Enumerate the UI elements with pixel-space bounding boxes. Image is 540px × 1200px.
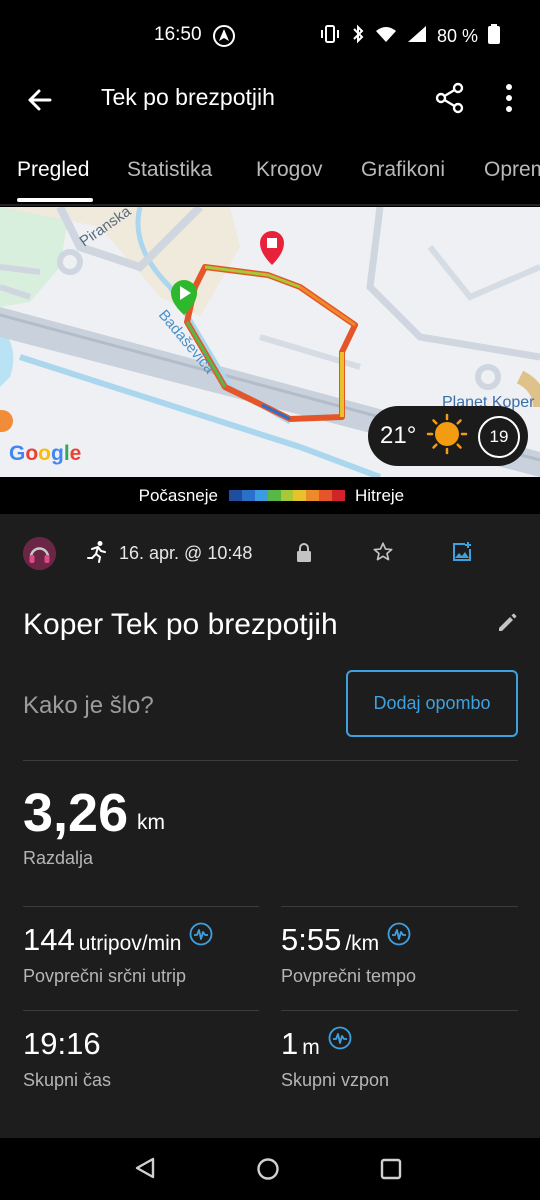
- legend-color-step: [306, 490, 320, 501]
- distance-label: Razdalja: [23, 848, 94, 868]
- legend-color-step: [332, 490, 346, 501]
- nav-back-icon[interactable]: [133, 1156, 157, 1185]
- page-title: Tek po brezpotjih: [101, 84, 275, 110]
- tab-statistika[interactable]: Statistika: [127, 158, 212, 182]
- stat-label: Skupni vzpon: [281, 1070, 390, 1090]
- stat-label: Povprečni srčni utrip: [23, 966, 187, 986]
- legend-color-step: [254, 490, 268, 501]
- legend-faster-label: Hitreje: [355, 486, 405, 505]
- legend-color-step: [241, 490, 255, 501]
- stat-label: Skupni čas: [23, 1070, 112, 1090]
- activity-meta-row: 16. apr. @ 10:48: [0, 536, 540, 572]
- vibrate-icon: [319, 24, 341, 49]
- divider: [281, 906, 518, 907]
- add-photo-icon[interactable]: [451, 541, 473, 568]
- tab-krogov[interactable]: Krogov: [256, 158, 323, 182]
- weather-temperature: 21°: [380, 422, 417, 449]
- stat-unit: m: [302, 1036, 320, 1059]
- pace-legend: Počasneje Hitreje: [0, 478, 540, 514]
- sun-icon: [426, 413, 468, 460]
- legend-color-step: [229, 490, 242, 501]
- stat-value: 1: [281, 1026, 299, 1061]
- lock-icon[interactable]: [295, 542, 313, 569]
- pulse-chart-icon: [328, 1026, 352, 1055]
- stat-value: 5:55: [281, 922, 342, 957]
- wind-speed-indicator: 19: [478, 416, 520, 458]
- battery-percent: 80 %: [436, 26, 478, 46]
- activity-details: 16. apr. @ 10:48 Koper Tek po brezpotjih…: [0, 514, 540, 1138]
- stat-total-time[interactable]: 19:16 Skupni čas: [23, 1026, 111, 1091]
- status-icons: 80 %: [319, 24, 500, 49]
- status-time: 16:50: [154, 24, 202, 45]
- signal-icon: [407, 25, 427, 48]
- tab-oprema[interactable]: Oprema: [484, 158, 540, 182]
- weather-badge[interactable]: 21° 19: [368, 406, 528, 466]
- legend-color-step: [267, 490, 281, 501]
- pulse-chart-icon: [387, 922, 411, 951]
- divider: [281, 1010, 518, 1011]
- bluetooth-icon: [351, 24, 365, 49]
- status-bar: 16:50 80 %: [0, 0, 540, 72]
- star-icon[interactable]: [372, 541, 394, 568]
- back-arrow-icon[interactable]: [22, 82, 58, 118]
- more-options-icon[interactable]: [496, 80, 522, 116]
- stat-total-ascent[interactable]: 1 m Skupni vzpon: [281, 1026, 389, 1091]
- avatar[interactable]: [23, 537, 56, 570]
- divider: [23, 906, 259, 907]
- app-bar: Tek po brezpotjih: [0, 72, 540, 128]
- battery-icon: [488, 24, 500, 49]
- nav-home-icon[interactable]: [256, 1157, 280, 1186]
- legend-slower-label: Počasneje: [138, 486, 218, 505]
- wifi-icon: [375, 25, 397, 48]
- share-icon[interactable]: [432, 80, 468, 116]
- tab-indicator: [17, 198, 93, 202]
- activity-date: 16. apr. @ 10:48: [119, 543, 253, 563]
- stat-label: Povprečni tempo: [281, 966, 417, 986]
- activity-title: Koper Tek po brezpotjih: [23, 608, 338, 641]
- legend-color-step: [293, 490, 307, 501]
- stat-pace[interactable]: 5:55 /km Povprečni tempo: [281, 922, 416, 987]
- legend-color-bar: [229, 490, 346, 501]
- stat-heart-rate[interactable]: 144 utripov/min Povprečni srčni utrip: [23, 922, 213, 987]
- tab-pregled[interactable]: Pregled: [17, 158, 89, 182]
- divider: [23, 1010, 259, 1011]
- nav-recents-icon[interactable]: [380, 1158, 402, 1185]
- google-logo: Google: [9, 442, 81, 465]
- distance-unit: km: [137, 811, 165, 834]
- divider: [23, 760, 518, 761]
- stat-value: 144: [23, 922, 75, 957]
- running-icon: [86, 540, 108, 569]
- system-nav-bar: [0, 1138, 540, 1200]
- stat-unit: /km: [345, 932, 380, 955]
- location-icon: [212, 24, 236, 53]
- legend-color-step: [280, 490, 294, 501]
- add-note-button[interactable]: Dodaj opombo: [346, 670, 518, 737]
- legend-color-step: [319, 490, 333, 501]
- edit-pencil-icon[interactable]: [496, 612, 518, 639]
- tab-grafikoni[interactable]: Grafikoni: [361, 158, 445, 182]
- tab-bar: Pregled Statistika Krogov Grafikoni Opre…: [0, 140, 540, 206]
- distance-value: 3,26: [23, 783, 129, 843]
- feedback-prompt[interactable]: Kako je šlo?: [23, 692, 154, 720]
- stat-unit: utripov/min: [78, 932, 182, 955]
- stat-value: 19:16: [23, 1026, 101, 1061]
- pulse-chart-icon: [189, 922, 213, 951]
